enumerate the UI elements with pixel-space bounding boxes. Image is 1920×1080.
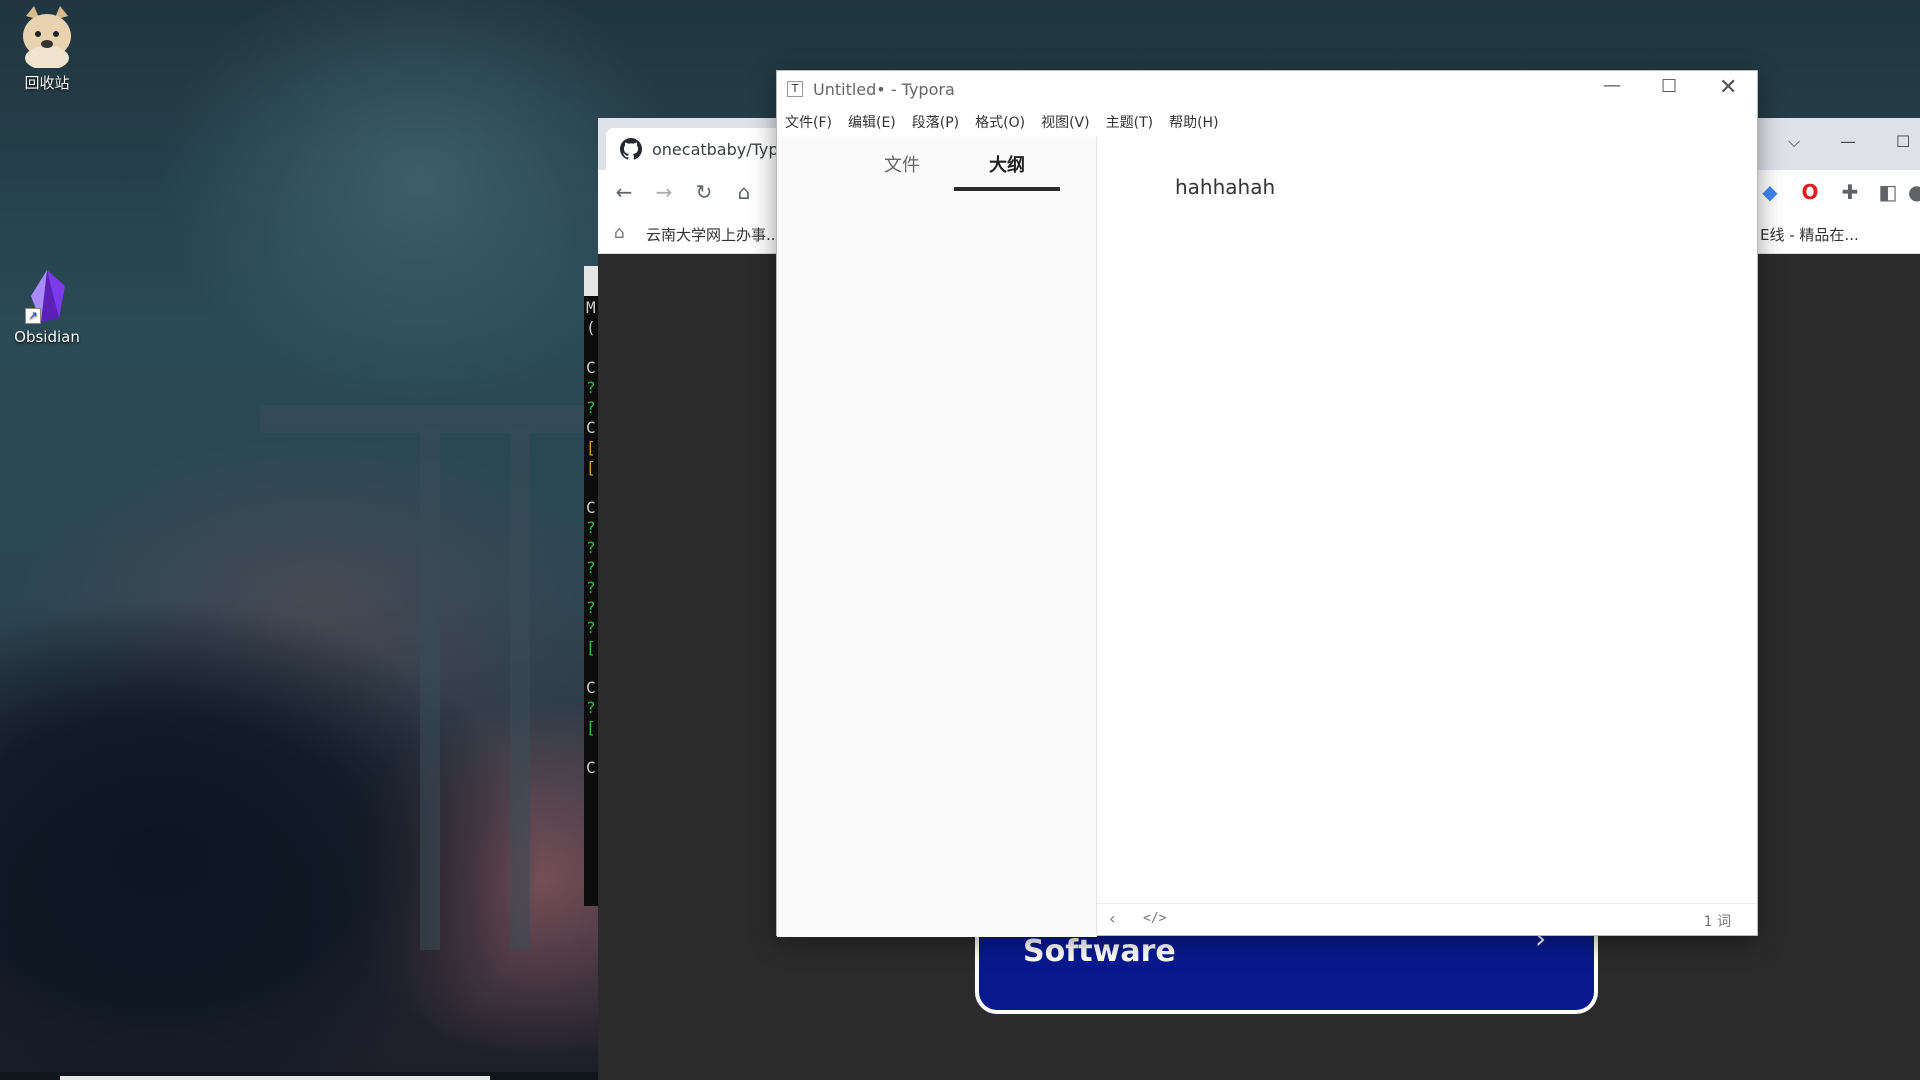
terminal-line: ? [586,398,596,417]
terminal-line: ? [586,558,596,577]
typora-window[interactable]: T Untitled• - Typora — ☐ ✕ 文件(F) 编辑(E) 段… [776,70,1758,937]
terminal-line: ? [586,698,596,717]
tab-files[interactable]: 文件 [849,151,955,191]
word-count[interactable]: 1 词 [1704,911,1731,931]
profile-avatar-icon[interactable]: ● [1908,178,1920,206]
opera-extension-icon[interactable]: O [1796,178,1824,206]
desktop-icon-label: 回收站 [24,74,70,92]
terminal-line: M [586,298,596,317]
wallpaper-post [420,430,440,950]
menu-view[interactable]: 视图(V) [1041,112,1090,132]
minimize-icon[interactable]: — [1603,75,1621,96]
terminal-line: [ [586,438,596,457]
side-panel-icon[interactable]: ◧ [1874,178,1902,206]
terminal-line: ( [586,318,596,337]
wallpaper-railing [260,405,600,433]
typora-app-icon: T [787,81,803,97]
menu-help[interactable]: 帮助(H) [1169,112,1218,132]
wallpaper-post [510,430,530,950]
bookmark-home-icon: ⌂ [614,223,625,243]
bookmark-item-left[interactable]: 云南大学网上办事... [646,224,780,245]
menu-bar: 文件(F) 编辑(E) 段落(P) 格式(O) 视图(V) 主题(T) 帮助(H… [777,107,1757,137]
status-bar: ‹ </> 1 词 [1097,903,1757,935]
github-icon [620,138,642,160]
taskbar-highlight [60,1076,490,1080]
browser-tab-title: onecatbaby/Typo [652,139,789,159]
source-code-mode-icon[interactable]: </> [1143,911,1166,926]
menu-format[interactable]: 格式(O) [975,112,1025,132]
sidebar: 文件 大纲 [777,137,1097,937]
terminal-line: ? [586,578,596,597]
editor-area[interactable]: hahhahah [1097,137,1757,903]
reload-icon[interactable]: ↻ [690,178,718,206]
terminal-titlebar [584,266,598,296]
terminal-line: C [586,758,596,777]
forward-arrow-icon[interactable]: → [650,178,678,206]
back-arrow-icon[interactable]: ← [610,178,638,206]
terminal-line: [ [586,638,596,657]
tab-search-chevron-icon[interactable]: ⌵ [1788,132,1800,152]
bookmark-item-right[interactable]: E线 - 精品在... [1760,224,1859,245]
desktop-icon-label: Obsidian [14,328,80,346]
translate-icon[interactable]: ◆ [1756,178,1784,206]
desktop-icon-recycle-bin[interactable]: 回收站 [2,6,92,93]
home-icon[interactable]: ⌂ [730,178,758,206]
banner-text: Software [1023,934,1176,969]
terminal-window[interactable]: M ( C ? ? C [ [ C ? ? ? ? ? ? [ C ? [ C [584,266,598,906]
terminal-line: ? [586,538,596,557]
obsidian-icon: ↗ [19,268,75,324]
cat-recycle-bin-icon [18,6,76,70]
terminal-line: C [586,358,596,377]
terminal-line: C [586,418,596,437]
terminal-line: [ [586,458,596,477]
menu-theme[interactable]: 主题(T) [1106,112,1153,132]
tab-outline[interactable]: 大纲 [954,151,1060,191]
terminal-line: ? [586,518,596,537]
paragraph-text[interactable]: hahhahah [1175,175,1275,199]
desktop-wallpaper: 回收站 ↗ Obsidian onecatbaby/Typo ⌵ — ☐ ← →… [0,0,1920,1080]
terminal-line: C [586,498,596,517]
browser-minimize-icon[interactable]: — [1840,132,1856,151]
terminal-line: ? [586,378,596,397]
shortcut-arrow-icon: ↗ [25,308,41,324]
terminal-line: ? [586,598,596,617]
extensions-puzzle-icon[interactable]: ✚ [1836,178,1864,206]
browser-maximize-icon[interactable]: ☐ [1896,132,1910,151]
maximize-icon[interactable]: ☐ [1661,76,1677,97]
typora-titlebar: T Untitled• - Typora — ☐ ✕ [777,71,1757,107]
menu-paragraph[interactable]: 段落(P) [912,112,959,132]
terminal-line: ? [586,618,596,637]
menu-edit[interactable]: 编辑(E) [848,112,896,132]
close-icon[interactable]: ✕ [1719,75,1737,100]
menu-file[interactable]: 文件(F) [785,112,832,132]
terminal-line: [ [586,718,596,737]
window-title: Untitled• - Typora [813,79,955,99]
terminal-line: C [586,678,596,697]
toggle-sidebar-chevron-icon[interactable]: ‹ [1109,909,1115,928]
desktop-icon-obsidian[interactable]: ↗ Obsidian [2,268,92,346]
